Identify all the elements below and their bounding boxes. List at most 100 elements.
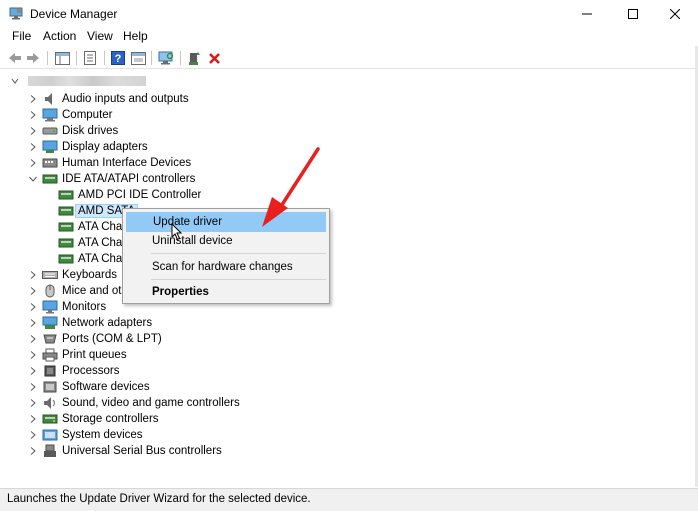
expand-icon[interactable] bbox=[28, 427, 38, 443]
expand-icon[interactable] bbox=[28, 363, 38, 379]
tree-item-label: Display adapters bbox=[62, 141, 148, 153]
tree-item-hid[interactable]: Human Interface Devices bbox=[28, 155, 191, 171]
tree-item-label: Print queues bbox=[62, 349, 127, 361]
status-bar: Launches the Update Driver Wizard for th… bbox=[0, 488, 698, 511]
tree-item-computer[interactable]: Computer bbox=[28, 107, 113, 123]
tree-item-disk-drives[interactable]: Disk drives bbox=[28, 123, 118, 139]
minimize-icon bbox=[582, 13, 592, 14]
expand-icon[interactable] bbox=[28, 347, 38, 363]
menu-item-properties[interactable]: Properties bbox=[126, 282, 326, 302]
tree-item-label: Computer bbox=[62, 109, 113, 121]
monitor-icon bbox=[42, 300, 58, 314]
properties-pane-icon[interactable] bbox=[54, 50, 70, 66]
minimize-button[interactable] bbox=[564, 0, 610, 27]
expand-icon[interactable] bbox=[28, 107, 38, 123]
expand-icon[interactable] bbox=[28, 123, 38, 139]
expand-icon[interactable] bbox=[28, 299, 38, 315]
tree-item-usb-controllers[interactable]: Universal Serial Bus controllers bbox=[28, 443, 222, 459]
tree-item-keyboards[interactable]: Keyboards bbox=[28, 267, 117, 283]
tree-item-label: IDE ATA/ATAPI controllers bbox=[62, 173, 196, 185]
ide-controller-icon bbox=[58, 204, 74, 218]
tree-item-print-queues[interactable]: Print queues bbox=[28, 347, 127, 363]
menu-item-uninstall-device[interactable]: Uninstall device bbox=[126, 231, 326, 251]
tree-item-label: System devices bbox=[62, 429, 143, 441]
expand-icon[interactable] bbox=[28, 139, 38, 155]
tree-item-amd-pci-ide[interactable]: AMD PCI IDE Controller bbox=[58, 187, 201, 203]
expand-icon[interactable] bbox=[28, 379, 38, 395]
toolbar-separator bbox=[151, 51, 152, 65]
tree-item-label: Keyboards bbox=[62, 269, 117, 281]
forward-icon[interactable] bbox=[25, 50, 41, 66]
expand-icon[interactable] bbox=[28, 91, 38, 107]
keyboard-icon bbox=[42, 268, 58, 282]
tree-item-ata-channel[interactable]: ATA Chan bbox=[58, 235, 129, 251]
tree-item-label: Processors bbox=[62, 365, 120, 377]
tree-item-storage-controllers[interactable]: Storage controllers bbox=[28, 411, 159, 427]
mouse-cursor-icon bbox=[171, 222, 183, 244]
expand-icon[interactable] bbox=[28, 315, 38, 331]
tree-root[interactable] bbox=[10, 73, 146, 89]
tree-item-ata-channel[interactable]: ATA Chan bbox=[58, 219, 129, 235]
toolbar: ? bbox=[0, 47, 698, 69]
close-button[interactable] bbox=[652, 0, 698, 27]
toolbar-separator bbox=[47, 51, 48, 65]
expand-icon[interactable] bbox=[28, 395, 38, 411]
tree-item-processors[interactable]: Processors bbox=[28, 363, 120, 379]
menu-view[interactable]: View bbox=[87, 29, 113, 43]
tree-item-mice[interactable]: Mice and oth bbox=[28, 283, 128, 299]
tree-item-network-adapters[interactable]: Network adapters bbox=[28, 315, 152, 331]
device-tree[interactable]: Audio inputs and outputs Computer Disk d… bbox=[0, 70, 698, 487]
expand-icon[interactable] bbox=[28, 283, 38, 299]
show-hide-tree-icon[interactable] bbox=[82, 50, 98, 66]
menu-separator bbox=[151, 253, 326, 254]
tree-item-label: Sound, video and game controllers bbox=[62, 397, 240, 409]
menu-file[interactable]: File bbox=[12, 29, 31, 43]
collapse-icon[interactable] bbox=[28, 171, 38, 187]
red-arrow-annotation bbox=[256, 145, 326, 230]
tree-item-monitors[interactable]: Monitors bbox=[28, 299, 106, 315]
expand-icon[interactable] bbox=[28, 411, 38, 427]
tree-item-ports[interactable]: Ports (COM & LPT) bbox=[28, 331, 162, 347]
toolbar-separator bbox=[104, 51, 105, 65]
ide-controller-icon bbox=[58, 220, 74, 234]
uninstall-icon[interactable] bbox=[206, 50, 222, 66]
display-adapter-icon bbox=[42, 140, 58, 154]
scan-hardware-icon[interactable] bbox=[158, 50, 174, 66]
tree-item-label: Universal Serial Bus controllers bbox=[62, 445, 222, 457]
software-device-icon bbox=[42, 380, 58, 394]
processor-icon bbox=[42, 364, 58, 378]
menu-item-scan-hardware[interactable]: Scan for hardware changes bbox=[126, 257, 326, 277]
maximize-button[interactable] bbox=[610, 0, 656, 27]
ide-controller-icon bbox=[58, 236, 74, 250]
expand-icon[interactable] bbox=[28, 443, 38, 459]
help-icon[interactable]: ? bbox=[110, 50, 126, 66]
tree-item-ata-channel[interactable]: ATA Chan bbox=[58, 251, 129, 267]
menu-bar: File Action View Help bbox=[0, 27, 698, 46]
tree-item-label: Disk drives bbox=[62, 125, 119, 137]
tree-item-label: Mice and oth bbox=[62, 285, 128, 297]
tree-item-software-devices[interactable]: Software devices bbox=[28, 379, 150, 395]
toolbar-separator bbox=[76, 51, 77, 65]
tree-item-label: Storage controllers bbox=[62, 413, 159, 425]
expand-icon[interactable] bbox=[28, 267, 38, 283]
tree-item-ide-controllers[interactable]: IDE ATA/ATAPI controllers bbox=[28, 171, 195, 187]
menu-separator bbox=[151, 279, 326, 280]
tree-item-sound-video[interactable]: Sound, video and game controllers bbox=[28, 395, 240, 411]
collapse-icon[interactable] bbox=[10, 73, 20, 89]
tree-item-display-adapters[interactable]: Display adapters bbox=[28, 139, 148, 155]
mouse-icon bbox=[42, 284, 58, 298]
svg-text:?: ? bbox=[115, 53, 122, 65]
menu-help[interactable]: Help bbox=[123, 29, 148, 43]
tree-item-system-devices[interactable]: System devices bbox=[28, 427, 143, 443]
network-adapter-icon bbox=[42, 316, 58, 330]
update-driver-icon[interactable] bbox=[186, 50, 202, 66]
title-bar: Device Manager bbox=[0, 0, 698, 27]
show-devices-icon[interactable] bbox=[130, 50, 146, 66]
back-icon[interactable] bbox=[7, 50, 23, 66]
port-icon bbox=[42, 332, 58, 346]
expand-icon[interactable] bbox=[28, 331, 38, 347]
status-text: Launches the Update Driver Wizard for th… bbox=[7, 493, 311, 505]
tree-item-audio[interactable]: Audio inputs and outputs bbox=[28, 91, 189, 107]
expand-icon[interactable] bbox=[28, 155, 38, 171]
menu-action[interactable]: Action bbox=[43, 29, 76, 43]
